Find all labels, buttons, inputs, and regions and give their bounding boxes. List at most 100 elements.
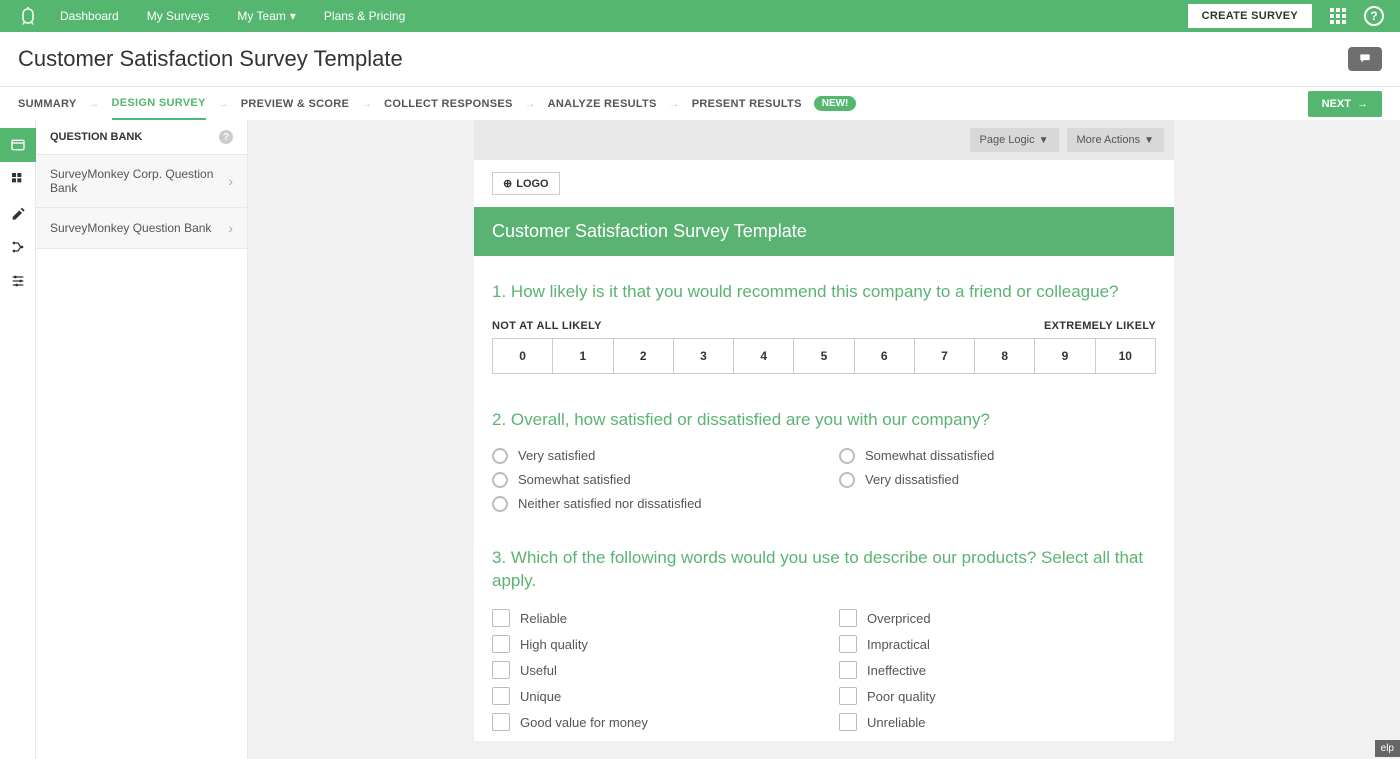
step-summary[interactable]: SUMMARY	[18, 89, 77, 119]
checkbox-icon	[839, 661, 857, 679]
nps-10[interactable]: 10	[1096, 339, 1155, 373]
checkbox-icon	[839, 713, 857, 731]
nps-8[interactable]: 8	[975, 339, 1035, 373]
checkbox-icon	[839, 609, 857, 627]
rail-builder[interactable]	[0, 162, 36, 196]
info-icon[interactable]: ?	[219, 130, 233, 144]
nps-9[interactable]: 9	[1035, 339, 1095, 373]
step-present-results[interactable]: PRESENT RESULTS	[692, 89, 802, 119]
logo-icon[interactable]	[16, 7, 40, 25]
nps-6[interactable]: 6	[855, 339, 915, 373]
main: QUESTION BANK ? SurveyMonkey Corp. Quest…	[0, 120, 1400, 759]
checkbox-option[interactable]: Good value for money	[492, 713, 809, 731]
step-collect-responses[interactable]: COLLECT RESPONSES	[384, 89, 513, 119]
radio-option[interactable]: Somewhat satisfied	[492, 472, 809, 488]
checkbox-option[interactable]: High quality	[492, 635, 809, 653]
checkbox-icon	[492, 713, 510, 731]
step-analyze-results[interactable]: ANALYZE RESULTS	[548, 89, 657, 119]
question-title: 1. How likely is it that you would recom…	[492, 280, 1156, 304]
next-button[interactable]: NEXT→	[1308, 91, 1382, 117]
nav-my-surveys[interactable]: My Surveys	[147, 9, 210, 23]
nps-3[interactable]: 3	[674, 339, 734, 373]
arrow-icon: →	[525, 98, 536, 110]
question-title: 3. Which of the following words would yo…	[492, 546, 1156, 594]
checkbox-icon	[492, 635, 510, 653]
checkbox-option[interactable]: Reliable	[492, 609, 809, 627]
help-icon[interactable]: ?	[1364, 6, 1384, 26]
radio-option[interactable]: Very dissatisfied	[839, 472, 1156, 488]
chevron-right-icon: ›	[228, 173, 233, 189]
nav-right: CREATE SURVEY ?	[1188, 4, 1384, 28]
checkbox-option[interactable]: Unique	[492, 687, 809, 705]
checkbox-option[interactable]: Overpriced	[839, 609, 1156, 627]
logo-row: ⊕LOGO	[474, 160, 1174, 207]
checkbox-icon	[492, 661, 510, 679]
title-bar: Customer Satisfaction Survey Template	[0, 32, 1400, 86]
arrow-icon: →	[669, 98, 680, 110]
survey-title[interactable]: Customer Satisfaction Survey Template	[474, 207, 1174, 256]
nps-5[interactable]: 5	[794, 339, 854, 373]
checkbox-option[interactable]: Impractical	[839, 635, 1156, 653]
add-logo-button[interactable]: ⊕LOGO	[492, 172, 560, 195]
question-title: 2. Overall, how satisfied or dissatisfie…	[492, 408, 1156, 432]
question-2[interactable]: 2. Overall, how satisfied or dissatisfie…	[474, 384, 1174, 522]
sidebar: QUESTION BANK ? SurveyMonkey Corp. Quest…	[36, 120, 248, 759]
checkbox-icon	[492, 687, 510, 705]
radio-icon	[839, 448, 855, 464]
step-preview-score[interactable]: PREVIEW & SCORE	[241, 89, 349, 119]
new-badge: NEW!	[814, 96, 857, 111]
nav-dashboard[interactable]: Dashboard	[60, 9, 119, 23]
page-title: Customer Satisfaction Survey Template	[18, 46, 403, 72]
help-tab[interactable]: elp	[1375, 740, 1400, 757]
checkbox-icon	[492, 609, 510, 627]
caret-down-icon: ▼	[1039, 135, 1049, 146]
checkbox-option[interactable]: Ineffective	[839, 661, 1156, 679]
question-3[interactable]: 3. Which of the following words would yo…	[474, 522, 1174, 742]
radio-icon	[839, 472, 855, 488]
radio-icon	[492, 472, 508, 488]
comments-button[interactable]	[1348, 47, 1382, 71]
arrow-icon: →	[218, 98, 229, 110]
sidebar-item-sm-bank[interactable]: SurveyMonkey Question Bank ›	[36, 208, 247, 249]
nav-links: Dashboard My Surveys My Team▾ Plans & Pr…	[60, 9, 1188, 23]
top-nav: Dashboard My Surveys My Team▾ Plans & Pr…	[0, 0, 1400, 32]
options-grid: Reliable High quality Useful Unique Good…	[492, 609, 1156, 731]
rail-options[interactable]	[0, 264, 36, 298]
radio-option[interactable]: Neither satisfied nor dissatisfied	[492, 496, 809, 512]
nps-0[interactable]: 0	[493, 339, 553, 373]
checkbox-icon	[839, 635, 857, 653]
page-logic-button[interactable]: Page Logic▼	[970, 128, 1059, 152]
steps: SUMMARY → DESIGN SURVEY → PREVIEW & SCOR…	[18, 88, 1308, 120]
rail-themes[interactable]	[0, 196, 36, 230]
radio-option[interactable]: Very satisfied	[492, 448, 809, 464]
checkbox-option[interactable]: Useful	[492, 661, 809, 679]
nps-7[interactable]: 7	[915, 339, 975, 373]
apps-icon[interactable]	[1328, 6, 1348, 26]
rail-logic[interactable]	[0, 230, 36, 264]
create-survey-button[interactable]: CREATE SURVEY	[1188, 4, 1312, 28]
checkbox-option[interactable]: Unreliable	[839, 713, 1156, 731]
step-design-survey[interactable]: DESIGN SURVEY	[112, 88, 206, 120]
rail-question-bank[interactable]	[0, 128, 36, 162]
options-grid: Very satisfied Somewhat satisfied Neithe…	[492, 448, 1156, 512]
more-actions-button[interactable]: More Actions▼	[1067, 128, 1165, 152]
survey-card: ⊕LOGO Customer Satisfaction Survey Templ…	[474, 160, 1174, 741]
nps-4[interactable]: 4	[734, 339, 794, 373]
arrow-right-icon: →	[1357, 98, 1368, 110]
caret-down-icon: ▾	[290, 9, 296, 23]
radio-option[interactable]: Somewhat dissatisfied	[839, 448, 1156, 464]
caret-down-icon: ▼	[1144, 135, 1154, 146]
question-1[interactable]: 1. How likely is it that you would recom…	[474, 256, 1174, 384]
sidebar-header: QUESTION BANK ?	[36, 120, 247, 155]
sidebar-item-corp-bank[interactable]: SurveyMonkey Corp. Question Bank ›	[36, 155, 247, 208]
checkbox-option[interactable]: Poor quality	[839, 687, 1156, 705]
steps-bar: SUMMARY → DESIGN SURVEY → PREVIEW & SCOR…	[0, 86, 1400, 120]
nav-my-team[interactable]: My Team▾	[237, 9, 296, 23]
canvas: Page Logic▼ More Actions▼ ⊕LOGO Customer…	[248, 120, 1400, 759]
radio-icon	[492, 496, 508, 512]
radio-icon	[492, 448, 508, 464]
nps-2[interactable]: 2	[614, 339, 674, 373]
nps-1[interactable]: 1	[553, 339, 613, 373]
arrow-icon: →	[89, 98, 100, 110]
nav-plans-pricing[interactable]: Plans & Pricing	[324, 9, 405, 23]
